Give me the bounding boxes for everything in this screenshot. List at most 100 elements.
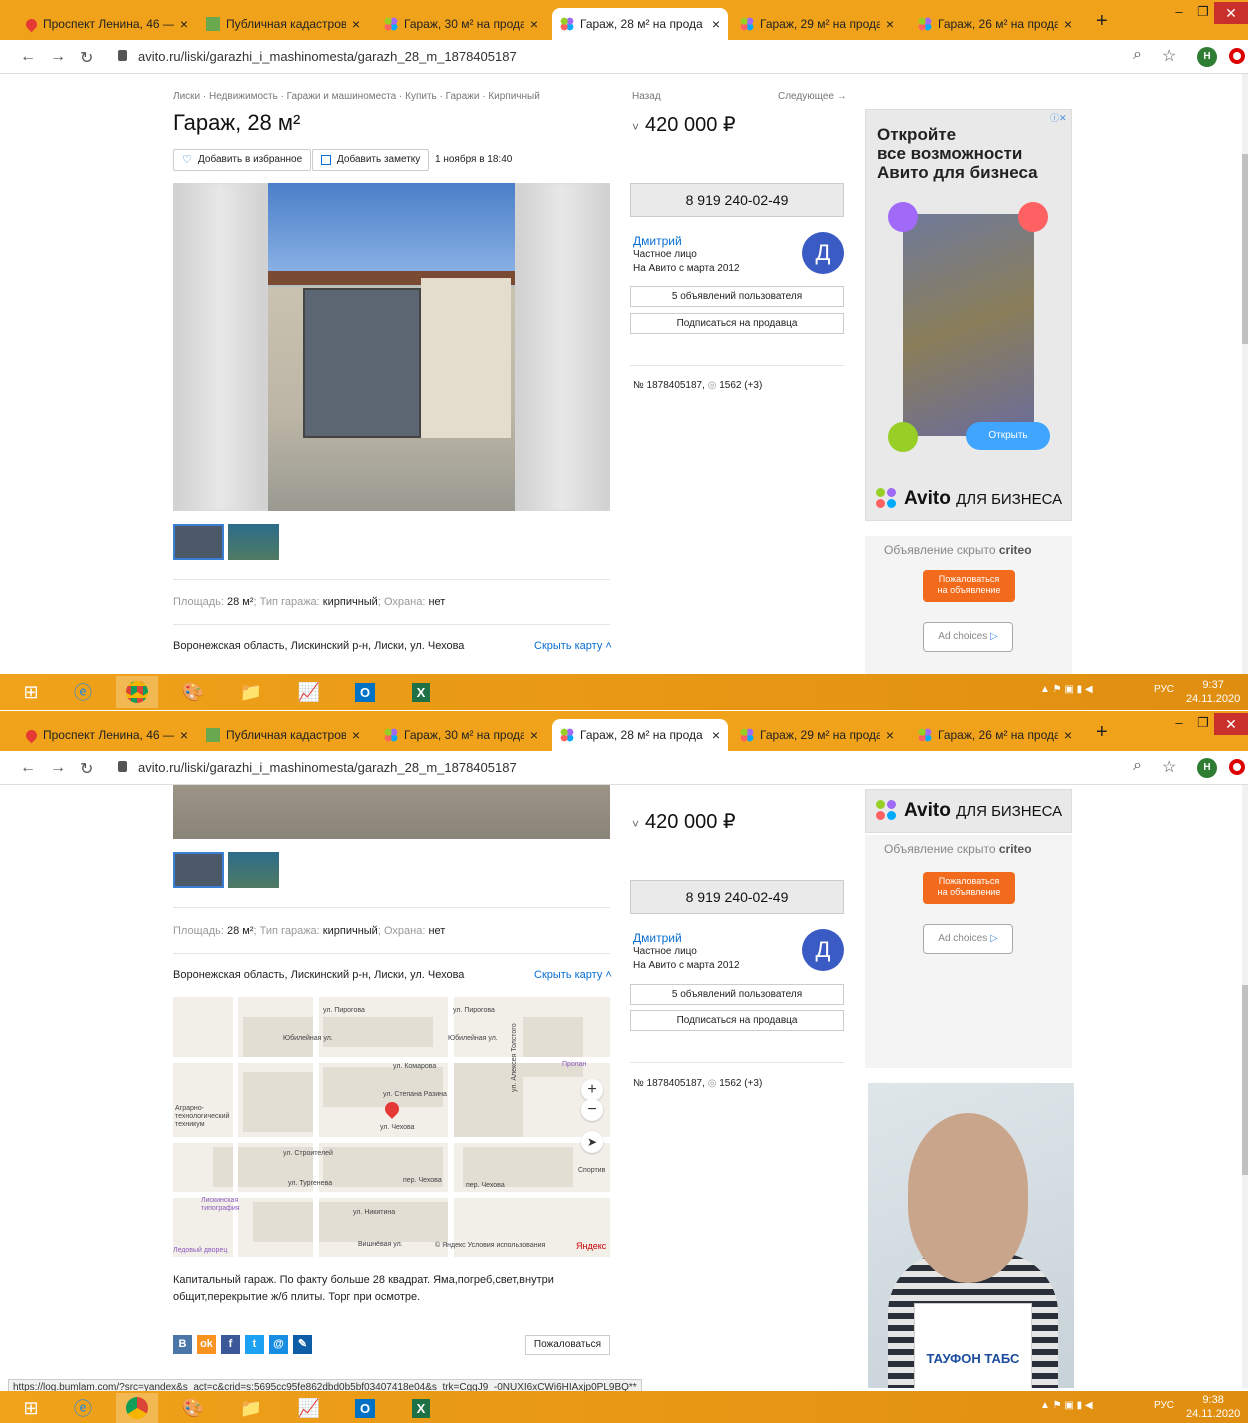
outlook-icon[interactable]: O bbox=[344, 676, 386, 708]
ad-choices-button[interactable]: Ad choices ▷ bbox=[923, 622, 1013, 652]
user-ads-button[interactable]: 5 объявлений пользователя bbox=[630, 984, 844, 1005]
photo-thumbnail[interactable] bbox=[228, 524, 279, 560]
close-icon[interactable]: × bbox=[180, 16, 188, 32]
ad-open-button[interactable]: Открыть bbox=[966, 422, 1050, 450]
report-ad-button[interactable]: Пожаловаться на объявление bbox=[923, 872, 1015, 904]
zoom-icon[interactable]: ⌕ bbox=[1133, 46, 1142, 64]
chevron-down-icon[interactable]: ˅ bbox=[632, 120, 639, 134]
user-ads-button[interactable]: 5 объявлений пользователя bbox=[630, 286, 844, 307]
reload-icon[interactable]: ↻ bbox=[80, 759, 93, 779]
avito-business-ad[interactable]: Avito ДЛЯ БИЗНЕСА bbox=[865, 789, 1072, 833]
ok-icon[interactable]: ok bbox=[197, 1335, 216, 1354]
chrome-icon[interactable] bbox=[116, 1393, 158, 1423]
close-icon[interactable]: × bbox=[712, 16, 720, 32]
profile-avatar[interactable]: Н bbox=[1197, 758, 1217, 778]
excel-icon[interactable]: X bbox=[400, 676, 442, 708]
show-phone-button[interactable]: 8 919 240-02-49 bbox=[630, 183, 844, 217]
add-note-button[interactable]: Добавить заметку bbox=[312, 149, 430, 171]
zoom-out-button[interactable]: − bbox=[581, 1099, 603, 1121]
reload-icon[interactable]: ↻ bbox=[80, 48, 93, 68]
forward-arrow-icon[interactable]: → bbox=[50, 48, 66, 66]
url-field[interactable]: avito.ru/liski/garazhi_i_mashinomesta/ga… bbox=[138, 49, 517, 64]
close-icon[interactable]: × bbox=[886, 727, 894, 743]
windows-start-icon[interactable]: ⊞ bbox=[10, 676, 52, 708]
clock[interactable]: 9:37 24.11.2020 bbox=[1186, 678, 1240, 706]
clock[interactable]: 9:38 24.11.2020 bbox=[1186, 1393, 1240, 1421]
hide-map-link[interactable]: Скрыть карту ˄ bbox=[534, 969, 612, 981]
close-icon[interactable]: × bbox=[1064, 16, 1072, 32]
locate-icon[interactable]: ➤ bbox=[581, 1131, 603, 1153]
tab-map[interactable]: Проспект Ленина, 46 — × bbox=[18, 8, 196, 40]
seller-avatar[interactable]: Д bbox=[802, 929, 844, 971]
windows-start-icon[interactable]: ⊞ bbox=[10, 1393, 52, 1423]
breadcrumb[interactable]: Лиски · Недвижимость · Гаражи и машиноме… bbox=[173, 91, 540, 102]
language-indicator[interactable]: РУС bbox=[1154, 684, 1174, 695]
vk-icon[interactable]: В bbox=[173, 1335, 192, 1354]
tab-garage-28[interactable]: Гараж, 28 м² на прода × bbox=[552, 719, 728, 751]
tab-garage-30[interactable]: Гараж, 30 м² на прода × bbox=[376, 719, 546, 751]
star-icon[interactable]: ☆ bbox=[1162, 757, 1176, 777]
tab-garage-29[interactable]: Гараж, 29 м² на прода × bbox=[732, 719, 902, 751]
facebook-icon[interactable]: f bbox=[221, 1335, 240, 1354]
mail-icon[interactable]: @ bbox=[269, 1335, 288, 1354]
ad-choices-button[interactable]: Ad choices ▷ bbox=[923, 924, 1013, 954]
scrollbar[interactable] bbox=[1242, 74, 1248, 674]
ad-choices-icon[interactable]: ⓘ✕ bbox=[1050, 111, 1067, 124]
zoom-in-button[interactable]: + bbox=[581, 1079, 603, 1101]
show-phone-button[interactable]: 8 919 240-02-49 bbox=[630, 880, 844, 914]
map[interactable]: ул. Пирогова ул. Пирогова Юбилейная ул. … bbox=[173, 997, 610, 1257]
tab-garage-26[interactable]: Гараж, 26 м² на прода × bbox=[910, 8, 1080, 40]
back-link[interactable]: Назад bbox=[632, 91, 661, 102]
main-photo[interactable] bbox=[173, 183, 610, 511]
twitter-icon[interactable]: t bbox=[245, 1335, 264, 1354]
new-tab-button[interactable]: + bbox=[1096, 10, 1108, 33]
back-arrow-icon[interactable]: ← bbox=[20, 48, 36, 66]
paint-icon[interactable]: 🎨 bbox=[172, 676, 214, 708]
close-icon[interactable]: × bbox=[1064, 727, 1072, 743]
ie-icon[interactable]: ⓔ bbox=[62, 1393, 104, 1423]
tab-garage-30[interactable]: Гараж, 30 м² на прода × bbox=[376, 8, 546, 40]
chart-app-icon[interactable]: 📈 bbox=[288, 1393, 330, 1423]
close-icon[interactable]: × bbox=[352, 727, 360, 743]
chart-app-icon[interactable]: 📈 bbox=[288, 676, 330, 708]
window-close-button[interactable]: ✕ bbox=[1214, 2, 1248, 24]
window-close-button[interactable]: ✕ bbox=[1214, 713, 1248, 735]
tray-icons[interactable]: ▲ ⚑ ▣ ▮ ◀ bbox=[1040, 684, 1093, 695]
report-ad-button[interactable]: Пожаловаться на объявление bbox=[923, 570, 1015, 602]
close-icon[interactable]: × bbox=[530, 727, 538, 743]
profile-avatar[interactable]: Н bbox=[1197, 47, 1217, 67]
tab-garage-28[interactable]: Гараж, 28 м² на прода × bbox=[552, 8, 728, 40]
close-icon[interactable]: × bbox=[352, 16, 360, 32]
language-indicator[interactable]: РУС bbox=[1154, 1400, 1174, 1411]
star-icon[interactable]: ☆ bbox=[1162, 46, 1176, 66]
zoom-icon[interactable]: ⌕ bbox=[1133, 757, 1142, 775]
photo-thumbnail[interactable] bbox=[173, 524, 224, 560]
back-arrow-icon[interactable]: ← bbox=[20, 759, 36, 777]
close-icon[interactable]: × bbox=[886, 16, 894, 32]
chrome-icon[interactable] bbox=[116, 676, 158, 708]
avito-business-ad[interactable]: ⓘ✕ Откройте все возможности Авито для бизн… bbox=[865, 109, 1072, 521]
pharma-ad[interactable]: ТАУФОН ТАБС bbox=[868, 1083, 1074, 1388]
tab-garage-29[interactable]: Гараж, 29 м² на прода × bbox=[732, 8, 902, 40]
subscribe-button[interactable]: Подписаться на продавца bbox=[630, 1010, 844, 1031]
tab-cadastral[interactable]: Публичная кадастрова × bbox=[198, 719, 368, 751]
seller-avatar[interactable]: Д bbox=[802, 232, 844, 274]
explorer-icon[interactable]: 📁 bbox=[230, 676, 272, 708]
chevron-down-icon[interactable]: ˅ bbox=[632, 817, 639, 831]
tab-garage-26[interactable]: Гараж, 26 м² на прода × bbox=[910, 719, 1080, 751]
hide-map-link[interactable]: Скрыть карту ˄ bbox=[534, 640, 612, 652]
photo-thumbnail[interactable] bbox=[173, 852, 224, 888]
outlook-icon[interactable]: O bbox=[344, 1393, 386, 1423]
extension-icon[interactable] bbox=[1229, 759, 1245, 775]
complain-button[interactable]: Пожаловаться bbox=[525, 1335, 610, 1355]
add-favorite-button[interactable]: ♡ Добавить в избранное bbox=[173, 149, 312, 171]
close-icon[interactable]: × bbox=[712, 727, 720, 743]
tray-icons[interactable]: ▲ ⚑ ▣ ▮ ◀ bbox=[1040, 1400, 1093, 1411]
tab-cadastral[interactable]: Публичная кадастрова × bbox=[198, 8, 368, 40]
new-tab-button[interactable]: + bbox=[1096, 721, 1108, 744]
subscribe-button[interactable]: Подписаться на продавца bbox=[630, 313, 844, 334]
livejournal-icon[interactable]: ✎ bbox=[293, 1335, 312, 1354]
close-icon[interactable]: × bbox=[530, 16, 538, 32]
url-field[interactable]: avito.ru/liski/garazhi_i_mashinomesta/ga… bbox=[138, 760, 517, 775]
paint-icon[interactable]: 🎨 bbox=[172, 1393, 214, 1423]
